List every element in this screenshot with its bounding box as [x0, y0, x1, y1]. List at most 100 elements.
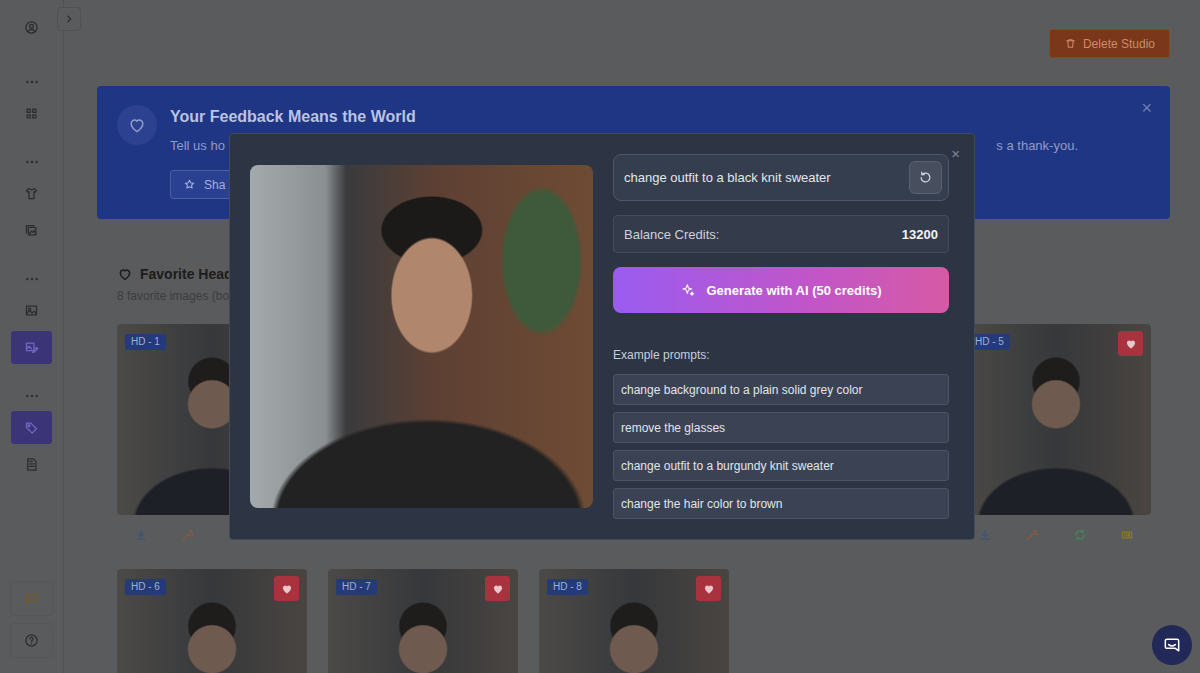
chat-bubble-icon [1162, 635, 1182, 655]
example-prompt[interactable]: remove the glasses [613, 412, 949, 443]
more-dots-icon [24, 159, 40, 165]
balance-value: 13200 [902, 227, 938, 242]
upscale-icon [1073, 528, 1087, 542]
heart-icon [280, 582, 294, 596]
upscale-button[interactable] [1056, 520, 1104, 550]
download-button[interactable] [117, 520, 165, 550]
sidebar-item[interactable] [11, 214, 52, 247]
modal-close-button[interactable]: × [949, 144, 962, 164]
sidebar-item[interactable] [11, 97, 52, 130]
star-icon [183, 178, 196, 191]
headshot-item: HD - 8 [539, 569, 729, 673]
favorites-title-text: Favorite Heads [140, 264, 240, 284]
modal-overlay: × change outfit to a black knit sweater Ba… [0, 0, 1200, 673]
heart-outline-icon [117, 266, 133, 282]
headshot-item: HD - 6 [117, 569, 307, 673]
more-dots-icon [24, 79, 40, 85]
example-prompt[interactable]: change background to a plain solid grey … [613, 374, 949, 405]
balance-label: Balance Credits: [624, 227, 719, 242]
headshot-card[interactable]: HD - 8 [539, 569, 729, 673]
shirt-icon [24, 186, 39, 201]
chat-launcher[interactable] [1152, 625, 1192, 665]
sidebar [0, 0, 64, 673]
banner-title: Your Feedback Means the World [170, 107, 1150, 127]
sidebar-item[interactable] [11, 448, 52, 481]
prompt-field[interactable]: change outfit to a black knit sweater [613, 154, 949, 201]
generate-label: Generate with AI (50 credits) [706, 283, 881, 298]
delete-studio-label: Delete Studio [1083, 37, 1155, 51]
sidebar-item[interactable] [11, 411, 52, 444]
balance-credits: Balance Credits: 13200 [613, 215, 949, 253]
sidebar-section-more[interactable] [11, 271, 52, 287]
page: Delete Studio Your Feedback Means the Wor… [0, 0, 1200, 673]
headshot-actions [961, 520, 1151, 550]
help-icon [24, 633, 39, 648]
topbar: Delete Studio [97, 29, 1170, 58]
headshot-label: HD - 5 [969, 334, 1010, 350]
banner-heart-badge [117, 105, 157, 145]
sidebar-footer [10, 581, 53, 658]
sidebar-footer-item[interactable] [10, 581, 53, 616]
favorite-toggle[interactable] [1118, 331, 1143, 356]
heart-icon [491, 582, 505, 596]
more-dots-icon [24, 393, 40, 399]
example-prompt[interactable]: change the hair color to brown [613, 488, 949, 519]
sidebar-section-more[interactable] [11, 388, 52, 404]
generate-button[interactable]: Generate with AI (50 credits) [613, 267, 949, 313]
favorite-toggle[interactable] [696, 576, 721, 601]
gallery-icon [24, 223, 39, 238]
collapse-toggle[interactable] [57, 7, 81, 31]
headshot-row: HD - 6 HD - 7 HD - 8 [117, 569, 1170, 673]
magic-wand-icon [181, 528, 195, 542]
reset-prompt-button[interactable] [909, 161, 942, 194]
favorite-toggle[interactable] [274, 576, 299, 601]
headshot-label: HD - 8 [547, 579, 588, 595]
sidebar-section-more[interactable] [11, 154, 52, 170]
chevron-right-icon [62, 12, 76, 26]
download-icon [134, 528, 148, 542]
banner-close-button[interactable]: × [1137, 96, 1156, 121]
banner-text-start: Tell us ho [170, 137, 225, 155]
grid-icon [24, 106, 39, 121]
more-dots-icon [24, 276, 40, 282]
reset-icon [918, 170, 933, 185]
chat-icon [24, 591, 39, 606]
edit-panel: change outfit to a black knit sweater Bal… [613, 154, 949, 519]
sidebar-section-more[interactable] [11, 74, 52, 90]
magic-wand-icon [1025, 528, 1039, 542]
sidebar-item[interactable] [11, 11, 52, 44]
headshot-label: HD - 1 [125, 334, 166, 350]
sidebar-nav [11, 11, 52, 481]
headshot-item: HD - 7 [328, 569, 518, 673]
example-prompt[interactable]: change outfit to a burgundy knit sweater [613, 450, 949, 481]
favorite-toggle[interactable] [485, 576, 510, 601]
headshot-card[interactable]: HD - 6 [117, 569, 307, 673]
edit-image-icon [24, 340, 39, 355]
hd-badge-button[interactable] [1104, 520, 1152, 550]
magic-wand-button[interactable] [1009, 520, 1057, 550]
trash-icon [1064, 37, 1077, 50]
download-icon [978, 528, 992, 542]
magic-wand-button[interactable] [165, 520, 213, 550]
sidebar-item[interactable] [11, 177, 52, 210]
headshot-item: HD - 5 [961, 324, 1151, 550]
banner-text-end: s a thank-you. [996, 137, 1078, 155]
sidebar-item[interactable] [11, 294, 52, 327]
profile-icon [24, 20, 39, 35]
headshot-label: HD - 7 [336, 579, 377, 595]
delete-studio-button[interactable]: Delete Studio [1049, 29, 1170, 58]
sidebar-footer-item[interactable] [10, 623, 53, 658]
headshot-preview [250, 165, 593, 508]
headshot-card[interactable]: HD - 5 [961, 324, 1151, 515]
sidebar-item[interactable] [11, 331, 52, 364]
ai-edit-modal: × change outfit to a black knit sweater Ba… [229, 133, 975, 540]
image-icon [24, 303, 39, 318]
heart-icon [127, 115, 147, 135]
heart-icon [1124, 337, 1138, 351]
tag-icon [24, 420, 39, 435]
heart-icon [702, 582, 716, 596]
prompt-value: change outfit to a black knit sweater [624, 170, 901, 185]
share-feedback-label: Sha [204, 178, 225, 192]
headshot-card[interactable]: HD - 7 [328, 569, 518, 673]
hd-badge-icon [1120, 528, 1134, 542]
